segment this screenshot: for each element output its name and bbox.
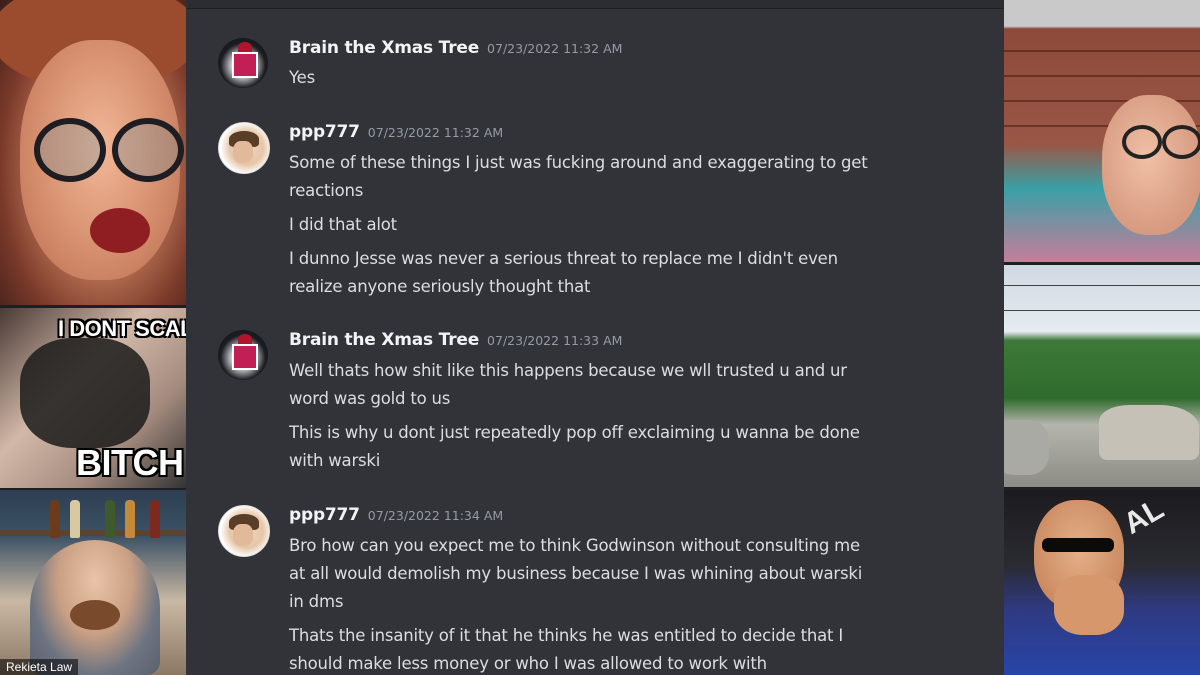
message-header: ppp777 07/23/2022 11:34 AM xyxy=(289,505,503,525)
xmas-tree-avatar-icon[interactable] xyxy=(218,330,268,380)
glasses-lens-left xyxy=(34,118,106,182)
video-tile-left-1 xyxy=(0,0,186,305)
car-image xyxy=(1004,420,1049,475)
cartoon-face-avatar-icon[interactable] xyxy=(218,505,270,557)
avatar-head xyxy=(233,524,253,546)
participant-hands xyxy=(1054,575,1124,635)
message-line: Yes xyxy=(289,68,316,87)
message-line: at all would demolish my business becaus… xyxy=(289,564,863,583)
message-line: word was gold to us xyxy=(289,389,451,408)
username[interactable]: ppp777 xyxy=(289,505,360,525)
glasses-lens-right xyxy=(112,118,184,182)
santa-hat-icon xyxy=(238,42,252,52)
xmas-tree-avatar-icon[interactable] xyxy=(218,38,268,88)
message-line: Well thats how shit like this happens be… xyxy=(289,361,847,380)
video-tile-right-2 xyxy=(1004,265,1200,487)
participant-beard xyxy=(70,600,120,630)
chat-panel[interactable]: Brain the Xmas Tree 07/23/2022 11:32 AM Y… xyxy=(186,0,1004,675)
message-line: with warski xyxy=(289,451,381,470)
bottle-icon xyxy=(50,500,60,538)
message-header: Brain the Xmas Tree 07/23/2022 11:32 AM xyxy=(289,38,622,58)
message-line: should make less money or who I was allo… xyxy=(289,654,767,673)
timestamp: 07/23/2022 11:33 AM xyxy=(487,333,623,348)
chat-top-bar xyxy=(186,0,1004,9)
message-line: realize anyone seriously thought that xyxy=(289,277,591,296)
bottle-icon xyxy=(70,500,80,538)
participant-name-tag: Rekieta Law xyxy=(0,659,79,675)
car-image xyxy=(1099,405,1199,460)
meme-bottom-text: BITCH xyxy=(76,442,184,483)
message-line: Thats the insanity of it that he thinks … xyxy=(289,626,844,645)
participant-mouth xyxy=(90,208,150,253)
bottle-icon xyxy=(105,500,115,538)
power-line xyxy=(1004,285,1200,286)
message-line: reactions xyxy=(289,181,364,200)
bottle-icon xyxy=(150,500,160,538)
participant-face xyxy=(1102,95,1200,235)
glasses-lens-right xyxy=(1162,125,1200,159)
santa-hat-icon xyxy=(238,334,252,344)
username[interactable]: Brain the Xmas Tree xyxy=(289,38,479,58)
message-line: Bro how can you expect me to think Godwi… xyxy=(289,536,860,555)
timestamp: 07/23/2022 11:32 AM xyxy=(367,125,504,140)
meme-image xyxy=(20,338,150,448)
shirt-text: AL xyxy=(1118,492,1170,541)
message-header: ppp777 07/23/2022 11:32 AM xyxy=(289,122,503,142)
power-line xyxy=(1004,310,1200,311)
timestamp: 07/23/2022 11:34 AM xyxy=(367,508,504,523)
video-tile-left-2-meme: I DONT SCAL BITCH xyxy=(0,308,186,488)
message-line: Some of these things I just was fucking … xyxy=(289,153,868,172)
username[interactable]: Brain the Xmas Tree xyxy=(289,330,479,350)
message-line: I dunno Jesse was never a serious threat… xyxy=(289,249,838,268)
bottle-icon xyxy=(125,500,135,538)
timestamp: 07/23/2022 11:32 AM xyxy=(487,41,623,56)
username[interactable]: ppp777 xyxy=(289,122,360,142)
gift-box-icon xyxy=(232,344,258,370)
gift-box-icon xyxy=(232,52,258,78)
avatar-head xyxy=(233,141,253,163)
video-tile-left-3: Rekieta Law xyxy=(0,490,186,675)
video-tile-right-3: AL xyxy=(1004,490,1200,675)
cartoon-face-avatar-icon[interactable] xyxy=(218,122,270,174)
meme-top-text: I DONT SCAL xyxy=(58,316,186,341)
message-line: I did that alot xyxy=(289,215,397,234)
brick-line xyxy=(1004,75,1200,77)
video-tile-right-1 xyxy=(1004,0,1200,262)
message-line: in dms xyxy=(289,592,344,611)
message-line: This is why u dont just repeatedly pop o… xyxy=(289,423,860,442)
message-header: Brain the Xmas Tree 07/23/2022 11:33 AM xyxy=(289,330,622,350)
sunglasses xyxy=(1042,538,1114,552)
brick-line xyxy=(1004,50,1200,52)
glasses-lens-left xyxy=(1122,125,1162,159)
